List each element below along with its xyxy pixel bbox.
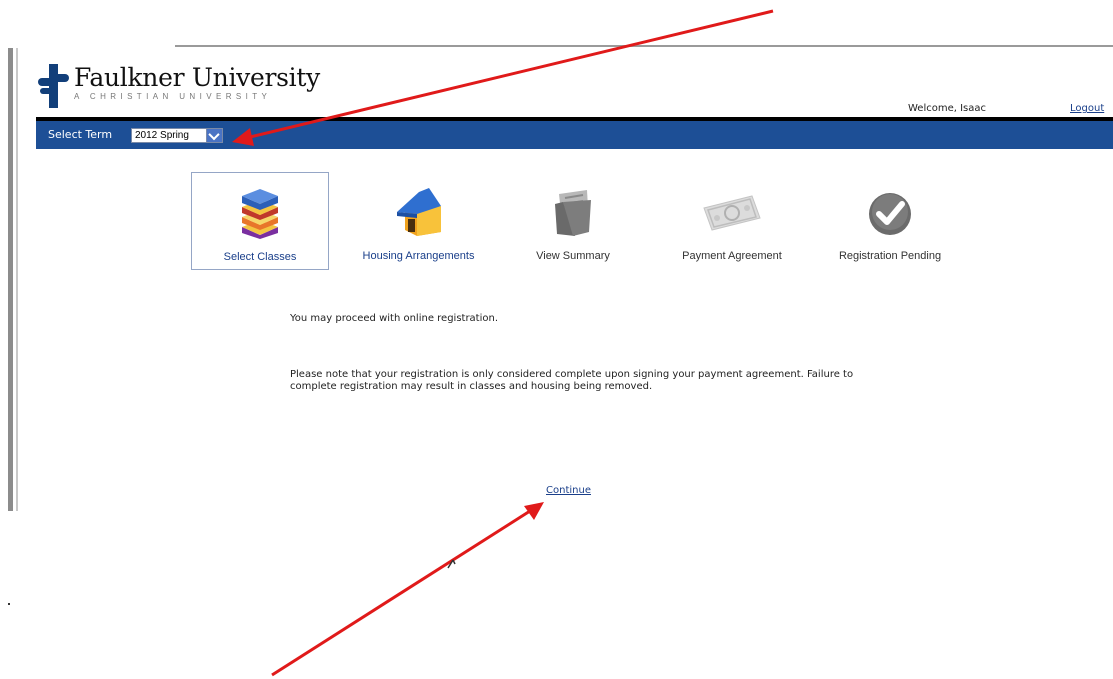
window-left-edge-inner bbox=[16, 48, 18, 511]
step-label: Registration Pending bbox=[838, 250, 942, 262]
term-select-value: 2012 Spring bbox=[135, 130, 189, 141]
term-select[interactable]: 2012 Spring bbox=[131, 128, 223, 143]
stray-dot bbox=[8, 603, 10, 605]
books-icon bbox=[242, 189, 278, 239]
university-logo: Faulkner University A CHRISTIAN UNIVERSI… bbox=[36, 64, 320, 108]
step-label: View Summary bbox=[536, 250, 610, 262]
brand-tagline: A CHRISTIAN UNIVERSITY bbox=[74, 92, 272, 101]
stray-mark bbox=[447, 559, 456, 569]
step-label: Select Classes bbox=[223, 251, 297, 263]
step-select-classes[interactable]: Select Classes bbox=[191, 172, 329, 270]
house-icon bbox=[396, 188, 441, 236]
term-label: Select Term bbox=[48, 128, 113, 141]
step-label: Housing Arrangements bbox=[362, 250, 475, 262]
brand-name: Faulkner University bbox=[74, 63, 320, 92]
step-view-summary[interactable]: View Summary bbox=[513, 172, 633, 270]
continue-link[interactable]: Continue bbox=[546, 485, 591, 496]
top-rule bbox=[175, 45, 1113, 47]
step-registration-pending[interactable]: Registration Pending bbox=[820, 172, 960, 270]
registration-note: Please note that your registration is on… bbox=[290, 369, 854, 392]
window-left-edge bbox=[8, 48, 13, 511]
money-icon bbox=[703, 195, 761, 231]
arrow-to-continue bbox=[271, 502, 544, 677]
logo-emblem-icon bbox=[36, 64, 70, 108]
folder-icon bbox=[555, 190, 591, 236]
logout-link[interactable]: Logout bbox=[1070, 103, 1104, 114]
step-payment-agreement[interactable]: Payment Agreement bbox=[662, 172, 802, 270]
step-label: Payment Agreement bbox=[682, 250, 782, 262]
step-housing-arrangements[interactable]: Housing Arrangements bbox=[346, 172, 491, 270]
welcome-text: Welcome, Isaac bbox=[908, 103, 987, 114]
proceed-message: You may proceed with online registration… bbox=[290, 313, 499, 324]
checkmark-icon bbox=[869, 193, 911, 235]
chevron-down-icon[interactable] bbox=[206, 129, 222, 142]
